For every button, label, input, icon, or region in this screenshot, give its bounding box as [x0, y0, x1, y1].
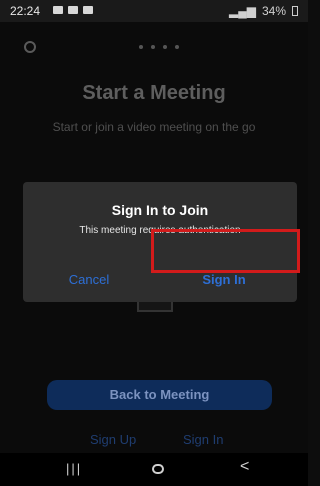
dialog-title: Sign In to Join [111, 202, 209, 218]
page-indicator [139, 45, 179, 49]
gear-icon[interactable] [24, 41, 36, 53]
status-bar: 22:24 ▂▄▆ 34% [0, 0, 308, 22]
signal-icon: ▂▄▆ [229, 4, 256, 18]
back-to-meeting-button[interactable]: Back to Meeting [47, 380, 272, 410]
image-notification-icon [53, 6, 63, 14]
page-dot [175, 45, 179, 49]
page-subtitle: Start or join a video meeting on the go [52, 120, 256, 134]
sign-in-link[interactable]: Sign In [183, 432, 223, 447]
home-icon[interactable] [152, 464, 164, 474]
status-time: 22:24 [10, 4, 41, 18]
recent-apps-icon[interactable]: ||| [66, 461, 82, 476]
cancel-button[interactable]: Cancel [23, 257, 155, 302]
back-icon[interactable]: < [240, 458, 249, 476]
system-nav-bar: ||| < [0, 453, 308, 486]
page-dot [139, 45, 143, 49]
sign-up-link[interactable]: Sign Up [90, 432, 136, 447]
cloud-notification-icon [68, 6, 78, 14]
page-dot [163, 45, 167, 49]
highlight-box [151, 229, 300, 273]
page-title: Start a Meeting [82, 82, 226, 104]
page-dot [151, 45, 155, 49]
video-notification-icon [83, 6, 93, 14]
battery-icon [292, 6, 298, 16]
battery-percent: 34% [261, 4, 286, 18]
status-right: ▂▄▆ 34% [229, 4, 298, 18]
status-icons [53, 6, 93, 14]
